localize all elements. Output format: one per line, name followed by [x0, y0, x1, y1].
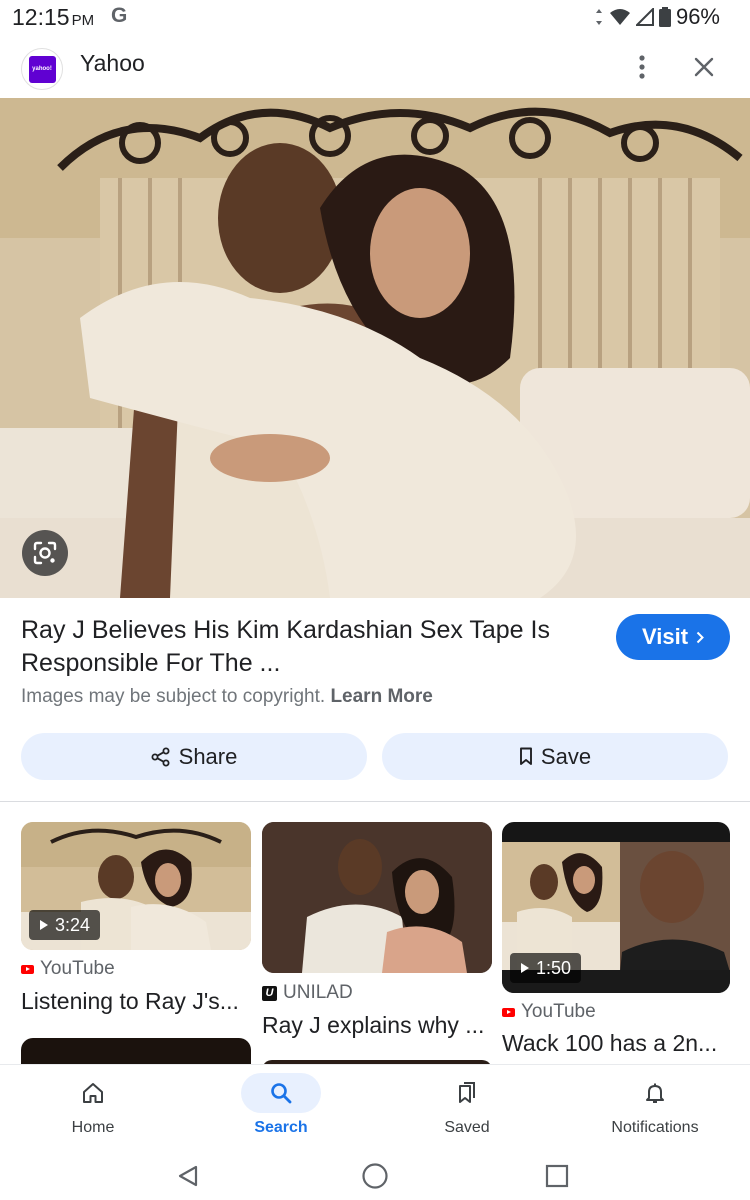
related-thumbnail[interactable]: 1:50	[502, 822, 730, 993]
status-icons: 96%	[594, 4, 720, 30]
nav-icon-container	[427, 1073, 507, 1113]
status-time: 12:15 PM	[12, 4, 95, 30]
status-bar: 12:15 PM G 96%	[0, 0, 750, 36]
related-title[interactable]: Listening to Ray J's...	[21, 988, 239, 1015]
home-icon	[83, 1083, 103, 1103]
section-divider	[0, 801, 750, 802]
source-name[interactable]: Yahoo	[80, 50, 145, 77]
wifi-icon	[609, 9, 630, 25]
unilad-icon: U	[262, 985, 277, 1001]
related-result-card[interactable]: 3:24 YouTube Listening to Ray J's...	[21, 822, 251, 1022]
saved-icon	[459, 1082, 475, 1103]
home-circle-icon	[362, 1163, 388, 1189]
save-label: Save	[540, 743, 592, 769]
nav-search[interactable]: Search	[201, 1065, 361, 1151]
related-result-card[interactable]: 1:50 YouTube Wack 100 has a 2n...	[502, 822, 730, 1062]
nav-icon-container	[241, 1073, 321, 1113]
yahoo-favicon: yahoo!	[21, 48, 63, 90]
nav-icon-container	[615, 1073, 695, 1113]
system-navigation	[0, 1150, 750, 1200]
learn-more-link[interactable]: Learn More	[330, 686, 432, 707]
source-header: yahoo! Yahoo	[0, 36, 750, 98]
related-source: YouTube	[21, 958, 115, 980]
nav-saved[interactable]: Saved	[387, 1065, 547, 1151]
google-lens-button[interactable]	[22, 530, 68, 576]
more-vert-icon	[639, 55, 645, 79]
source-label: UNILAD	[283, 982, 353, 1003]
visit-label: Visit	[641, 624, 689, 649]
system-recents-button[interactable]	[537, 1156, 577, 1196]
nav-icon-container	[53, 1073, 133, 1113]
youtube-icon	[21, 964, 34, 974]
nav-label: Home	[71, 1119, 115, 1136]
recents-square-icon	[545, 1164, 569, 1188]
nav-label: Saved	[444, 1119, 490, 1136]
related-result-card[interactable]: U UNILAD Ray J explains why ...	[262, 822, 492, 1042]
google-notification-icon: G	[111, 4, 128, 27]
share-icon	[151, 747, 170, 766]
chevron-right-icon	[696, 631, 704, 643]
photo-illustration	[0, 98, 750, 598]
battery-icon	[658, 7, 671, 27]
result-title[interactable]: Ray J Believes His Kim Kardashian Sex Ta…	[21, 614, 601, 680]
related-source: YouTube	[502, 1001, 596, 1023]
copyright-notice: Images may be subject to copyright. Lear…	[21, 686, 433, 708]
signal-icon	[635, 8, 654, 26]
bookmark-icon	[519, 747, 532, 765]
result-image[interactable]	[0, 98, 750, 598]
back-triangle-icon	[178, 1165, 198, 1187]
nav-label: Notifications	[611, 1119, 699, 1136]
more-options-button[interactable]	[622, 47, 662, 87]
close-button[interactable]	[684, 47, 724, 87]
yahoo-logo: yahoo!	[28, 55, 56, 83]
play-icon	[40, 920, 48, 930]
copyright-text: Images may be subject to copyright.	[21, 686, 326, 707]
battery-percent: 96%	[675, 4, 720, 29]
nav-notifications[interactable]: Notifications	[575, 1065, 735, 1151]
source-label: YouTube	[40, 958, 115, 979]
related-title[interactable]: Ray J explains why ...	[262, 1012, 484, 1039]
duration-text: 3:24	[55, 914, 91, 935]
source-label: YouTube	[521, 1001, 596, 1022]
video-duration-badge: 1:50	[510, 953, 582, 983]
close-icon	[694, 57, 714, 77]
nav-label: Search	[254, 1119, 308, 1136]
status-ampm: PM	[71, 12, 95, 29]
nav-home[interactable]: Home	[13, 1065, 173, 1151]
related-source: U UNILAD	[262, 982, 353, 1004]
system-home-button[interactable]	[355, 1156, 395, 1196]
related-thumbnail[interactable]	[262, 822, 492, 973]
share-label: Share	[178, 743, 238, 769]
vibrate-icon	[595, 9, 602, 25]
share-button[interactable]: Share	[21, 733, 367, 780]
youtube-icon	[502, 1007, 515, 1017]
duration-text: 1:50	[536, 957, 572, 978]
bell-icon	[646, 1083, 664, 1103]
related-title[interactable]: Wack 100 has a 2n...	[502, 1030, 717, 1057]
google-lens-icon	[33, 541, 57, 565]
search-icon	[271, 1083, 292, 1104]
video-duration-badge: 3:24	[29, 910, 101, 940]
save-button[interactable]: Save	[382, 733, 728, 780]
visit-button[interactable]: Visit	[616, 614, 730, 660]
thumbnail-image	[262, 822, 492, 973]
related-thumbnail[interactable]: 3:24	[21, 822, 251, 950]
bottom-navigation: Home Search Saved Notifications	[0, 1064, 750, 1150]
play-icon	[521, 963, 529, 973]
system-back-button[interactable]	[168, 1156, 208, 1196]
